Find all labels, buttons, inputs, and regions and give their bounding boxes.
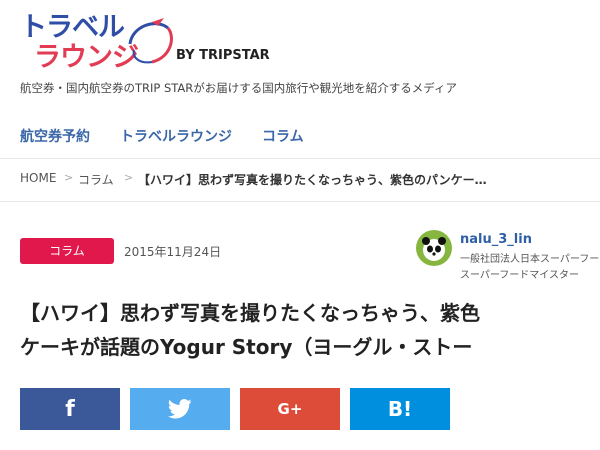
category-badge[interactable]: コラム: [20, 238, 114, 264]
site-logo[interactable]: トラベル ラウンジ: [20, 12, 180, 73]
hatena-bookmark-share-button[interactable]: B!: [350, 388, 450, 430]
facebook-icon: f: [65, 396, 75, 422]
hatena-bookmark-icon: B!: [387, 397, 413, 421]
author-block: nalu_3_lin 一般社団法人日本スーパーフー スーパーフードマイスター: [416, 230, 600, 281]
author-description: 一般社団法人日本スーパーフー: [460, 254, 600, 265]
logo-swirl-icon: [128, 18, 173, 64]
site-header: トラベル ラウンジ BY TRIPSTAR 航空券・国内航空券のTRIP STA…: [0, 0, 600, 110]
breadcrumb-separator: >: [64, 171, 74, 184]
logo-by-tripstar: BY TRIPSTAR: [176, 48, 270, 63]
google-plus-share-button[interactable]: G+: [240, 388, 340, 430]
breadcrumb-home[interactable]: HOME: [20, 171, 56, 185]
author-avatar[interactable]: [416, 230, 452, 266]
nav-item-column[interactable]: コラム: [262, 126, 304, 146]
google-plus-icon: G+: [277, 400, 303, 418]
article-title-line: ケーキが話題のYogur Story（ヨーグル・ストー: [20, 335, 473, 359]
breadcrumb: HOME > コラム > 【ハワイ】思わず写真を撮りたくなっちゃう、紫色のパンケ…: [0, 159, 600, 202]
breadcrumb-separator: >: [124, 171, 134, 184]
breadcrumb-current: 【ハワイ】思わず写真を撮りたくなっちゃう、紫色のパンケー…: [138, 173, 487, 187]
article-title-line: 【ハワイ】思わず写真を撮りたくなっちゃう、紫色: [20, 301, 480, 325]
panda-icon: [422, 237, 446, 261]
twitter-icon: [168, 399, 192, 419]
twitter-share-button[interactable]: [130, 388, 230, 430]
logo-text-travel: トラベル: [20, 12, 125, 43]
post-date: 2015年11月24日: [124, 245, 222, 259]
breadcrumb-column[interactable]: コラム: [78, 171, 114, 188]
facebook-share-button[interactable]: f: [20, 388, 120, 430]
site-tagline: 航空券・国内航空券のTRIP STARがお届けする国内旅行や観光地を紹介するメデ…: [20, 81, 457, 95]
author-description: スーパーフードマイスター: [460, 270, 579, 281]
main-nav: 航空券予約 トラベルラウンジ コラム: [0, 112, 600, 159]
author-name[interactable]: nalu_3_lin: [460, 232, 532, 247]
article-title: 【ハワイ】思わず写真を撮りたくなっちゃう、紫色 ケーキが話題のYogur Sto…: [20, 296, 600, 368]
nav-item-travel-lounge[interactable]: トラベルラウンジ: [120, 126, 232, 146]
nav-item-flight-booking[interactable]: 航空券予約: [20, 126, 90, 146]
